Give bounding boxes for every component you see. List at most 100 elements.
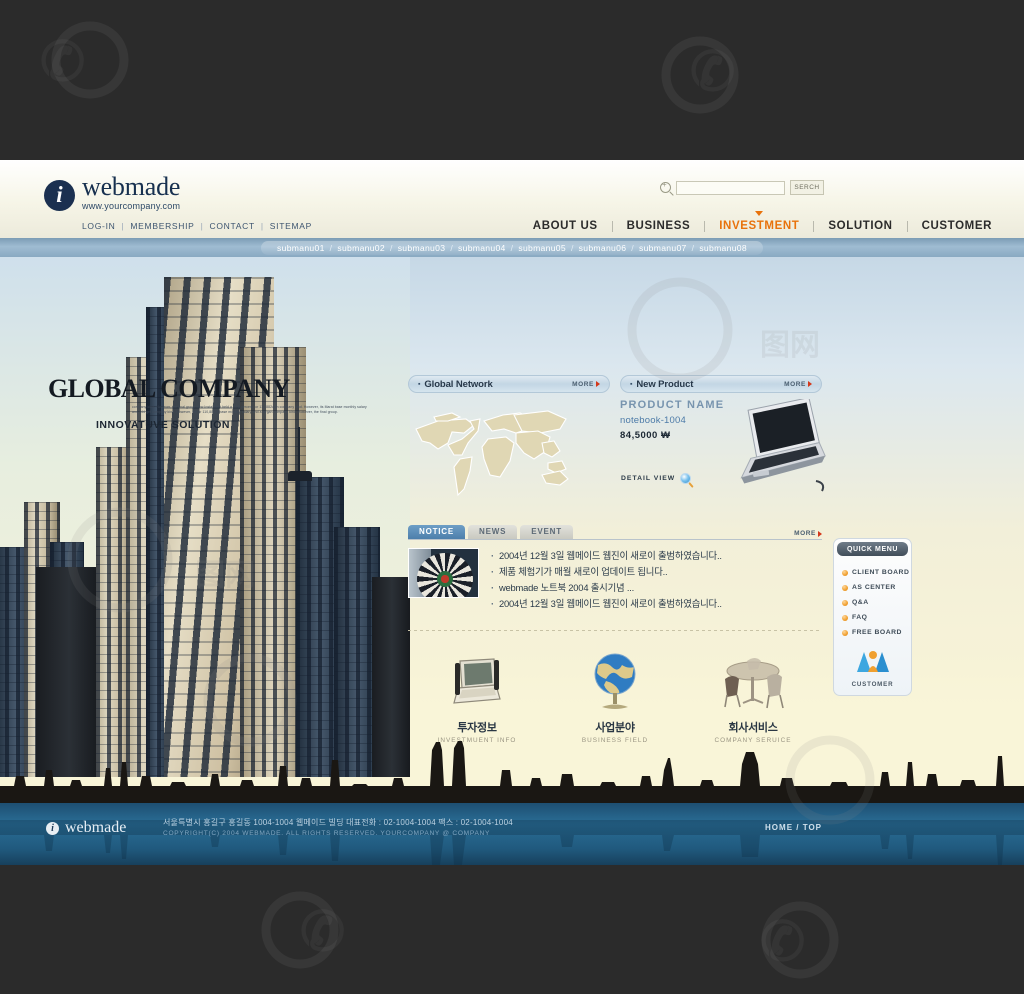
submenu-item-01[interactable]: submanu01 bbox=[277, 243, 325, 253]
nav-item-about-us[interactable]: ABOUT US bbox=[519, 220, 612, 232]
world-map-icon bbox=[415, 410, 569, 497]
table-chairs-icon bbox=[724, 658, 784, 709]
shortcut-label-kr: 사업분야 bbox=[595, 722, 635, 734]
logo[interactable]: i webmade www.yourcompany.com bbox=[44, 174, 180, 211]
footer-logo-name: webmade bbox=[65, 819, 127, 836]
panel-global-network: Global Network MORE bbox=[408, 375, 610, 509]
quick-menu-item-faq[interactable]: FAQ bbox=[842, 610, 911, 625]
shortcut-label-kr: 회사서비스 bbox=[728, 722, 778, 734]
quick-menu: QUICK MENU CLIENT BOARD AS CENTER Q&A FA… bbox=[833, 538, 912, 696]
panel-new-product: New Product MORE PRODUCT NAME notebook-1… bbox=[620, 375, 826, 509]
quick-menu-label: FREE BOARD bbox=[852, 629, 902, 636]
site-footer: i webmade 서울특별시 홍길구 홍길동 1004-1004 웹메이드 빌… bbox=[0, 803, 1024, 865]
toplink-contact[interactable]: CONTACT bbox=[209, 221, 254, 231]
separator: / bbox=[631, 242, 634, 253]
search-button[interactable]: SERCH bbox=[790, 180, 824, 195]
panel-title-bar: New Product MORE bbox=[620, 375, 822, 393]
hero-text: GLOBAL COMPANY company kind. However, th… bbox=[48, 374, 372, 432]
toplink-login[interactable]: LOG-IN bbox=[82, 221, 115, 231]
nav-item-solution[interactable]: SOLUTION bbox=[814, 220, 906, 232]
submenu-item-05[interactable]: submanu05 bbox=[518, 243, 566, 253]
shortcut-investment-info[interactable]: 투자정보 INVESTMUENT INFO bbox=[408, 649, 546, 744]
shortcut-row: 투자정보 INVESTMUENT INFO 사업분야 BUSINESS FIEL… bbox=[408, 649, 822, 744]
bullet-icon bbox=[842, 629, 848, 636]
city-silhouette-icon bbox=[0, 741, 1024, 803]
watermark: ✆ bbox=[300, 902, 346, 962]
tab-underline bbox=[408, 539, 822, 540]
building-spire bbox=[298, 427, 300, 477]
separator: / bbox=[691, 242, 695, 253]
tab-event[interactable]: EVENT bbox=[520, 525, 573, 539]
watermark: ✆ bbox=[40, 32, 86, 92]
quick-menu-label: Q&A bbox=[852, 599, 869, 606]
list-item[interactable]: 제품 체험기가 매월 새로이 업데이트 됩니다.. bbox=[491, 564, 822, 580]
shortcut-art bbox=[546, 649, 684, 711]
laptop-icon bbox=[740, 399, 826, 492]
page-title: GLOBAL COMPANY bbox=[48, 374, 290, 403]
list-item[interactable]: webmade 노트북 2004 출시기념 ... bbox=[491, 580, 822, 596]
quick-menu-label: AS CENTER bbox=[852, 584, 896, 591]
submenu-item-07[interactable]: submanu07 bbox=[639, 243, 687, 253]
submenu-item-02[interactable]: submanu02 bbox=[337, 243, 385, 253]
sub-navigation: submanu01 / submanu02 / submanu03 / submanu… bbox=[0, 238, 1024, 257]
more-label: MORE bbox=[784, 380, 806, 388]
nav-item-customer[interactable]: CUSTOMER bbox=[908, 220, 1006, 232]
notice-thumbnail bbox=[408, 548, 479, 598]
submenu-item-03[interactable]: submanu03 bbox=[398, 243, 446, 253]
watermark: ✆ bbox=[690, 42, 736, 102]
logo-mark-icon: i bbox=[44, 180, 75, 211]
quick-menu-label: FAQ bbox=[852, 614, 868, 621]
quick-menu-item-free-board[interactable]: FREE BOARD bbox=[842, 625, 911, 640]
hero-subtitle: INNOVATUVE SOLUTION bbox=[96, 419, 230, 432]
panel-more-link[interactable]: MORE bbox=[784, 381, 812, 388]
laptop-icon bbox=[453, 658, 501, 704]
notice-module: NOTICE NEWS EVENT MORE · 2004년 12월 3일 웹메… bbox=[408, 525, 822, 612]
quick-menu-item-qa[interactable]: Q&A bbox=[842, 595, 911, 610]
watermark: ✆ bbox=[760, 912, 806, 972]
quick-menu-customer-label: CUSTOMER bbox=[851, 681, 894, 688]
quick-menu-item-as-center[interactable]: AS CENTER bbox=[842, 580, 911, 595]
quick-menu-title: QUICK MENU bbox=[837, 542, 908, 556]
quick-menu-label: CLIENT BOARD bbox=[852, 569, 910, 576]
list-item[interactable]: 2004년 12월 3일 웹메이드 웹진이 새로이 출범하였습니다.. bbox=[491, 596, 822, 612]
footer-logo[interactable]: i webmade bbox=[46, 819, 126, 837]
section-divider bbox=[408, 630, 822, 631]
site-header: i webmade www.yourcompany.com LOG-IN | M… bbox=[0, 160, 1024, 238]
nav-item-business[interactable]: BUSINESS bbox=[613, 220, 705, 232]
skyline-graphic: i webmade 서울특별시 홍길구 홍길동 1004-1004 웹메이드 빌… bbox=[0, 740, 1024, 865]
panel-title: Global Network bbox=[418, 379, 492, 390]
notice-more-link[interactable]: MORE bbox=[794, 530, 822, 537]
utility-links: LOG-IN | MEMBERSHIP | CONTACT | SITEMAP bbox=[82, 221, 312, 231]
quick-menu-item-client-board[interactable]: CLIENT BOARD bbox=[842, 565, 911, 580]
separator: | bbox=[260, 221, 264, 231]
submenu-item-06[interactable]: submanu06 bbox=[579, 243, 627, 253]
main-navigation: ABOUT US BUSINESS INVESTMENT SOLUTION CU… bbox=[519, 211, 1006, 232]
tab-news[interactable]: NEWS bbox=[468, 525, 518, 539]
submenu-item-08[interactable]: submanu08 bbox=[699, 243, 747, 253]
sub-navigation-pill: submanu01 / submanu02 / submanu03 / submanu… bbox=[261, 240, 763, 255]
toplink-sitemap[interactable]: SITEMAP bbox=[270, 221, 312, 231]
magnifier-icon bbox=[680, 473, 692, 484]
detail-view-link[interactable]: DETAIL VIEW bbox=[621, 473, 692, 484]
panel-title-bar: Global Network MORE bbox=[408, 375, 610, 393]
search-area: SERCH bbox=[660, 180, 824, 195]
submenu-item-04[interactable]: submanu04 bbox=[458, 243, 506, 253]
toplink-membership[interactable]: MEMBERSHIP bbox=[130, 221, 194, 231]
dartboard-icon bbox=[417, 553, 473, 597]
footer-home-top-link[interactable]: HOME / TOP bbox=[765, 823, 822, 832]
shortcut-business-field[interactable]: 사업분야 BUSINESS FIELD bbox=[546, 649, 684, 744]
search-input[interactable] bbox=[676, 180, 785, 195]
footer-copyright: COPYRIGHT(C) 2004 WEBMADE. ALL RIGHTS RE… bbox=[163, 830, 491, 837]
website-canvas: i webmade www.yourcompany.com LOG-IN | M… bbox=[0, 160, 1024, 865]
nav-item-investment[interactable]: INVESTMENT bbox=[705, 211, 813, 232]
hero-blurb: company kind. However, the final group.v… bbox=[132, 405, 367, 414]
panel-more-link[interactable]: MORE bbox=[572, 381, 600, 388]
list-item[interactable]: 2004년 12월 3일 웹메이드 웹진이 새로이 출범하였습니다.. bbox=[491, 548, 822, 564]
page-body: GLOBAL COMPANY company kind. However, th… bbox=[0, 257, 1024, 865]
quick-menu-customer[interactable]: CUSTOMER bbox=[834, 644, 911, 695]
product-showcase: PRODUCT NAME notebook-1004 84,5000 ₩ DET… bbox=[620, 399, 826, 509]
search-icon bbox=[660, 180, 671, 193]
shortcut-company-service[interactable]: 회사서비스 COMPANY SERUICE bbox=[684, 649, 822, 744]
tab-notice[interactable]: NOTICE bbox=[408, 525, 466, 539]
separator: / bbox=[510, 242, 514, 253]
